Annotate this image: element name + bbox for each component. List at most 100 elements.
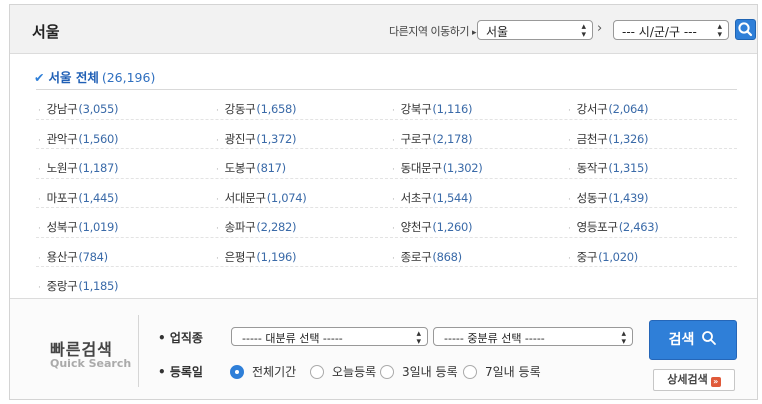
radio-circle-icon (380, 365, 394, 379)
radio-circle-icon (230, 365, 244, 379)
chevron-right-icon: › (597, 21, 603, 36)
district-link[interactable]: · 도봉구(817) (216, 160, 286, 176)
district-name: 영등포구 (576, 220, 618, 234)
check-icon: ✔ (34, 70, 45, 85)
quick-search-subtitle: Quick Search (50, 357, 132, 370)
district-link[interactable]: · 관악구(1,560) (38, 131, 119, 147)
all-region-link[interactable]: ✔ 서울 전체 (26,196) (34, 67, 155, 86)
district-name: 노원구 (46, 161, 78, 175)
district-name: 강북구 (400, 102, 432, 116)
district-link[interactable]: · 강동구(1,658) (216, 101, 297, 117)
district-name: 종로구 (400, 249, 432, 264)
district-link[interactable]: · 동대문구(1,302) (392, 160, 483, 176)
all-region-label: 서울 전체 (48, 70, 99, 85)
district-count: (2,064) (608, 102, 649, 116)
detail-search-label: 상세검색 (667, 373, 708, 386)
select-caret-icon: ▴ ▾ (717, 22, 722, 40)
bullet-icon: · (216, 165, 219, 175)
district-name: 금천구 (576, 131, 608, 146)
row-divider (36, 207, 737, 208)
district-link[interactable]: · 강북구(1,116) (392, 101, 473, 117)
district-link[interactable]: · 마포구(1,445) (38, 190, 119, 206)
district-count: (1,020) (598, 249, 638, 264)
radio-today[interactable]: 오늘등록 (310, 363, 376, 379)
bullet-icon: · (392, 224, 395, 234)
row-divider (36, 266, 737, 267)
radio-all-period[interactable]: 전체기간 (230, 363, 296, 379)
minor-category-select[interactable]: ----- 중분류 선택 ----- ▴ ▾ (433, 327, 633, 347)
move-region-text: 다른지역 이동하기 (389, 25, 469, 38)
bullet-icon: · (392, 135, 395, 146)
district-name: 구로구 (400, 131, 432, 146)
district-link[interactable]: · 종로구(868) (392, 249, 462, 265)
bullet-icon: · (568, 165, 571, 175)
district-link[interactable]: · 광진구(1,372) (216, 131, 297, 147)
bullet-icon: · (38, 194, 41, 205)
bullet-icon: · (216, 106, 219, 116)
district-name: 중랑구 (46, 279, 78, 293)
district-count: (1,260) (432, 220, 473, 234)
bullet-icon: · (216, 253, 219, 264)
district-name: 도봉구 (224, 161, 256, 175)
bullet-icon: · (216, 135, 219, 146)
district-count: (1,074) (266, 190, 307, 205)
region-search-panel: 서울 다른지역 이동하기 ▸ 서울 ▴ ▾ › --- 시/군/구 --- ▴ ▾ ✔… (9, 4, 758, 400)
quick-search-button-label: 검색 (668, 332, 695, 348)
region-search-button[interactable] (735, 19, 756, 40)
district-name: 관악구 (46, 131, 78, 146)
major-category-select[interactable]: ----- 대분류 선택 ----- ▴ ▾ (231, 327, 428, 347)
district-count: (2,282) (256, 220, 297, 234)
district-link[interactable]: · 중랑구(1,185) (38, 278, 119, 294)
district-name: 광진구 (224, 131, 256, 146)
district-link[interactable]: · 양천구(1,260) (392, 219, 473, 235)
district-link[interactable]: · 노원구(1,187) (38, 160, 119, 176)
district-link[interactable]: · 서대문구(1,074) (216, 190, 307, 206)
search-icon (738, 22, 753, 37)
radio-7-days[interactable]: 7일내 등록 (463, 363, 541, 379)
district-count: (1,560) (78, 131, 119, 146)
bullet-icon: · (216, 224, 219, 234)
district-link[interactable]: · 용산구(784) (38, 249, 108, 265)
quick-search: 빠른검색 Quick Search • 업직종 • 등록일 ----- 대분류 … (10, 298, 757, 399)
district-link[interactable]: · 성동구(1,439) (568, 190, 649, 206)
district-link[interactable]: · 송파구(2,282) (216, 219, 297, 235)
city-select[interactable]: 서울 ▴ ▾ (477, 20, 593, 40)
search-icon (702, 331, 717, 345)
select-caret-icon: ▴ ▾ (581, 22, 586, 40)
arrow-right-icon: ▸ (471, 28, 477, 38)
district-count: (1,196) (256, 249, 297, 264)
row-divider (36, 236, 737, 238)
bullet-icon: · (38, 224, 41, 234)
detail-search-button[interactable]: 상세검색» (653, 369, 735, 391)
divider (36, 89, 737, 90)
district-count: (1,187) (78, 161, 119, 175)
district-select[interactable]: --- 시/군/구 --- ▴ ▾ (613, 20, 729, 40)
minor-category-value: ----- 중분류 선택 ----- (444, 332, 545, 345)
divider (138, 315, 139, 387)
quick-search-button[interactable]: 검색 (649, 320, 737, 360)
district-link[interactable]: · 은평구(1,196) (216, 249, 297, 265)
district-name: 동작구 (576, 161, 608, 175)
district-link[interactable]: · 동작구(1,315) (568, 160, 649, 176)
district-link[interactable]: · 중구(1,020) (568, 249, 638, 265)
district-link[interactable]: · 서초구(1,544) (392, 190, 473, 206)
radio-3-days[interactable]: 3일내 등록 (380, 363, 458, 379)
district-count: (1,445) (78, 190, 119, 205)
district-link[interactable]: · 강남구(3,055) (38, 101, 119, 117)
district-name: 은평구 (224, 249, 256, 264)
radio-label: 7일내 등록 (485, 365, 541, 379)
district-link[interactable]: · 금천구(1,326) (568, 131, 649, 147)
row-divider (36, 177, 737, 179)
district-link[interactable]: · 영등포구(2,463) (568, 219, 659, 235)
district-name: 마포구 (46, 190, 78, 205)
select-caret-icon: ▴ ▾ (416, 329, 421, 347)
district-count: (784) (78, 249, 108, 264)
district-name: 서초구 (400, 190, 432, 205)
district-link[interactable]: · 구로구(2,178) (392, 131, 473, 147)
district-name: 동대문구 (400, 161, 442, 175)
major-category-value: ----- 대분류 선택 ----- (242, 332, 343, 345)
bullet-icon: · (568, 224, 571, 234)
select-caret-icon: ▴ ▾ (621, 329, 626, 347)
district-link[interactable]: · 강서구(2,064) (568, 101, 649, 117)
district-link[interactable]: · 성북구(1,019) (38, 219, 119, 235)
